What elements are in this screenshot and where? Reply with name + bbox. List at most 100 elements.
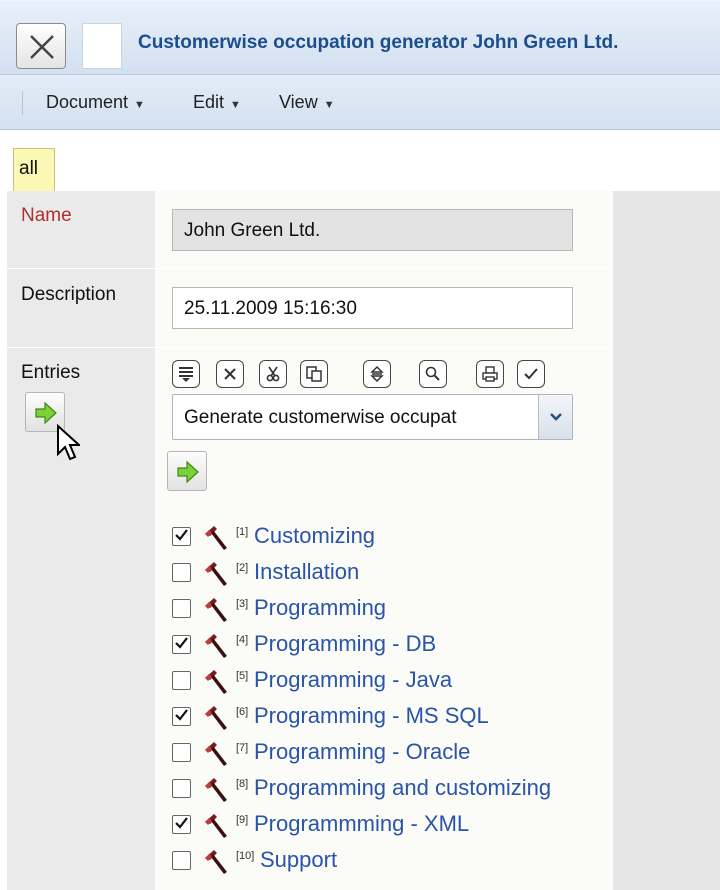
hammer-icon <box>205 742 227 766</box>
cut-button[interactable] <box>259 360 287 388</box>
row-divider <box>7 268 613 269</box>
entry-number: [5] <box>236 670 249 682</box>
list-icon <box>179 367 193 382</box>
search-button[interactable] <box>419 360 447 388</box>
hammer-icon <box>205 706 227 730</box>
arrow-right-icon <box>35 401 57 425</box>
hammer-icon <box>205 598 227 622</box>
entries-label: Entries <box>21 362 81 383</box>
print-button[interactable] <box>476 360 504 388</box>
checkmark-icon <box>175 637 188 649</box>
search-icon <box>425 366 440 381</box>
description-field[interactable]: 25.11.2009 15:16:30 <box>172 287 573 329</box>
entry-checkbox[interactable] <box>172 815 191 834</box>
entry-number: [4] <box>236 634 249 646</box>
entry-link[interactable]: Programming - MS SQL <box>254 703 489 729</box>
copy-button[interactable] <box>300 360 328 388</box>
hammer-icon <box>205 850 227 874</box>
list-button[interactable] <box>172 360 200 388</box>
sort-icon <box>370 365 384 383</box>
print-icon <box>482 366 498 382</box>
entry-number: [3] <box>236 598 249 610</box>
hammer-icon <box>205 814 227 838</box>
list-item: [2] Installation <box>172 559 612 589</box>
action-select-dropdown-button[interactable] <box>538 395 572 439</box>
sort-button[interactable] <box>363 360 391 388</box>
name-label: Name <box>21 205 72 226</box>
entry-checkbox[interactable] <box>172 671 191 690</box>
entry-link[interactable]: Support <box>260 847 337 873</box>
chevron-down-icon <box>550 413 562 421</box>
entry-checkbox[interactable] <box>172 563 191 582</box>
entry-link[interactable]: Programmming - XML <box>254 811 469 837</box>
window-title: Customerwise occupation generator John G… <box>138 32 619 53</box>
entry-checkbox[interactable] <box>172 779 191 798</box>
checkmark-icon <box>175 529 188 541</box>
mouse-pointer-icon <box>57 424 80 461</box>
chevron-down-icon: ▼ <box>134 99 145 111</box>
list-item: [1] Customizing <box>172 523 612 553</box>
row-divider <box>7 347 613 348</box>
action-select-value: Generate customerwise occupat <box>184 407 457 428</box>
entry-link[interactable]: Programming - Java <box>254 667 452 693</box>
execute-action-button[interactable] <box>167 451 207 491</box>
list-item: [8] Programming and customizing <box>172 775 612 805</box>
checkmark-icon <box>175 709 188 721</box>
list-item: [3] Programming <box>172 595 612 625</box>
list-item: [10] Support <box>172 847 612 877</box>
entry-number: [2] <box>236 562 249 574</box>
entry-number: [1] <box>236 526 249 538</box>
entry-checkbox[interactable] <box>172 851 191 870</box>
entry-link[interactable]: Programming <box>254 595 386 621</box>
description-label: Description <box>21 284 117 305</box>
menu-separator <box>22 91 23 115</box>
hammer-icon <box>205 670 227 694</box>
entry-checkbox[interactable] <box>172 743 191 762</box>
title-bar: Customerwise occupation generator John G… <box>0 0 720 75</box>
list-item: [6] Programming - MS SQL <box>172 703 612 733</box>
entry-link[interactable]: Programming - DB <box>254 631 436 657</box>
menu-view-label: View <box>279 92 318 112</box>
chevron-down-icon: ▼ <box>230 99 241 111</box>
entry-checkbox[interactable] <box>172 599 191 618</box>
copy-icon <box>306 366 322 382</box>
menu-bar: Document ▼ Edit ▼ View ▼ <box>0 75 720 130</box>
menu-document[interactable]: Document ▼ <box>46 92 145 113</box>
action-select[interactable]: Generate customerwise occupat <box>172 394 573 440</box>
entry-number: [7] <box>236 742 249 754</box>
hammer-icon <box>205 778 227 802</box>
entry-link[interactable]: Programming and customizing <box>254 775 551 801</box>
hammer-icon <box>205 562 227 586</box>
hammer-icon <box>205 526 227 550</box>
menu-edit[interactable]: Edit ▼ <box>193 92 241 113</box>
entry-number: [8] <box>236 778 249 790</box>
hammer-icon <box>205 634 227 658</box>
list-item: [5] Programming - Java <box>172 667 612 697</box>
close-icon <box>30 35 54 59</box>
delete-button[interactable] <box>216 360 244 388</box>
entry-link[interactable]: Programming - Oracle <box>254 739 470 765</box>
list-item: [9] Programmming - XML <box>172 811 612 841</box>
entry-number: [9] <box>236 814 249 826</box>
tab-all[interactable]: all <box>13 148 55 192</box>
menu-edit-label: Edit <box>193 92 225 112</box>
entry-link[interactable]: Customizing <box>254 523 375 549</box>
entry-number: [6] <box>236 706 249 718</box>
close-button[interactable] <box>16 23 66 69</box>
entry-link[interactable]: Installation <box>254 559 359 585</box>
delete-icon <box>224 368 236 380</box>
entry-number: [10] <box>236 850 255 862</box>
chevron-down-icon: ▼ <box>323 99 335 111</box>
menu-view[interactable]: View ▼ <box>279 92 335 113</box>
entry-checkbox[interactable] <box>172 635 191 654</box>
right-panel <box>613 191 720 890</box>
list-item: [4] Programming - DB <box>172 631 612 661</box>
entry-checkbox[interactable] <box>172 707 191 726</box>
arrow-right-icon <box>177 460 199 484</box>
cut-icon <box>266 366 280 382</box>
name-field: John Green Ltd. <box>172 209 573 251</box>
list-item: [7] Programming - Oracle <box>172 739 612 769</box>
check-icon <box>524 368 538 380</box>
entry-checkbox[interactable] <box>172 527 191 546</box>
check-button[interactable] <box>517 360 545 388</box>
